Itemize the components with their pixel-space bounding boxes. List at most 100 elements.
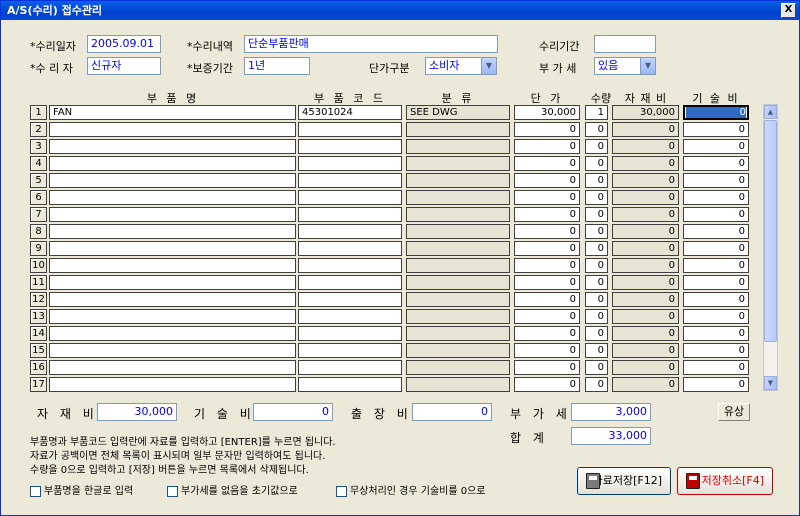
category-cell[interactable]: [406, 360, 510, 375]
qty-cell[interactable]: 0: [585, 326, 608, 341]
qty-cell[interactable]: 1: [585, 105, 608, 120]
part-name-cell[interactable]: [49, 122, 296, 137]
qty-cell[interactable]: 0: [585, 292, 608, 307]
category-cell[interactable]: [406, 156, 510, 171]
tech-cost-cell[interactable]: 0: [683, 292, 749, 307]
tech-cost-cell[interactable]: 0: [683, 258, 749, 273]
part-name-cell[interactable]: [49, 292, 296, 307]
part-code-cell[interactable]: [298, 309, 402, 324]
part-name-cell[interactable]: [49, 190, 296, 205]
tech-cost-cell[interactable]: 0: [683, 343, 749, 358]
vat-default-checkbox[interactable]: 부가세를 없음을 초기값으로: [167, 482, 298, 497]
paid-toggle-button[interactable]: 유상: [718, 403, 750, 421]
category-cell[interactable]: [406, 207, 510, 222]
tech-cost-cell[interactable]: 0: [683, 190, 749, 205]
qty-cell[interactable]: 0: [585, 224, 608, 239]
unit-price-cell[interactable]: 0: [514, 326, 580, 341]
tech-cost-cell[interactable]: 0: [683, 360, 749, 375]
qty-cell[interactable]: 0: [585, 258, 608, 273]
part-code-cell[interactable]: [298, 122, 402, 137]
warranty-field[interactable]: 1년: [244, 57, 310, 75]
category-cell[interactable]: [406, 309, 510, 324]
unit-price-cell[interactable]: 0: [514, 241, 580, 256]
unit-price-cell[interactable]: 0: [514, 292, 580, 307]
part-name-cell[interactable]: [49, 309, 296, 324]
part-code-cell[interactable]: [298, 173, 402, 188]
part-code-cell[interactable]: [298, 377, 402, 392]
part-code-cell[interactable]: [298, 156, 402, 171]
part-name-cell[interactable]: [49, 241, 296, 256]
checkbox-box[interactable]: [336, 485, 347, 497]
category-cell[interactable]: [406, 190, 510, 205]
category-cell[interactable]: [406, 275, 510, 290]
category-cell[interactable]: [406, 326, 510, 341]
qty-cell[interactable]: 0: [585, 275, 608, 290]
part-name-cell[interactable]: [49, 258, 296, 273]
tech-cost-cell[interactable]: 0: [683, 309, 749, 324]
tech-cost-cell[interactable]: 0: [683, 156, 749, 171]
unit-price-cell[interactable]: 0: [514, 377, 580, 392]
unit-price-cell[interactable]: 0: [514, 207, 580, 222]
unit-price-cell[interactable]: 0: [514, 190, 580, 205]
qty-cell[interactable]: 0: [585, 139, 608, 154]
part-code-cell[interactable]: [298, 258, 402, 273]
unit-price-cell[interactable]: 0: [514, 139, 580, 154]
category-cell[interactable]: [406, 122, 510, 137]
checkbox-box[interactable]: [30, 485, 41, 497]
tech-cost-cell[interactable]: 0: [683, 326, 749, 341]
part-code-cell[interactable]: [298, 241, 402, 256]
part-code-cell[interactable]: [298, 139, 402, 154]
category-cell[interactable]: [406, 258, 510, 273]
tech-cost-cell[interactable]: 0: [683, 122, 749, 137]
unit-price-cell[interactable]: 0: [514, 309, 580, 324]
part-name-cell[interactable]: [49, 360, 296, 375]
part-name-cell[interactable]: [49, 343, 296, 358]
unit-price-cell[interactable]: 0: [514, 156, 580, 171]
category-cell[interactable]: [406, 224, 510, 239]
part-name-cell[interactable]: [49, 156, 296, 171]
part-code-cell[interactable]: [298, 207, 402, 222]
part-name-cell[interactable]: [49, 173, 296, 188]
part-name-cell[interactable]: [49, 224, 296, 239]
qty-cell[interactable]: 0: [585, 360, 608, 375]
unit-price-cell[interactable]: 30,000: [514, 105, 580, 120]
travel-cost-field[interactable]: 0: [412, 403, 492, 421]
part-code-cell[interactable]: [298, 275, 402, 290]
tech-cost-cell[interactable]: 0: [683, 173, 749, 188]
part-name-cell[interactable]: [49, 326, 296, 341]
tech-cost-cell[interactable]: 0: [683, 224, 749, 239]
unit-price-cell[interactable]: 0: [514, 173, 580, 188]
part-name-cell[interactable]: [49, 207, 296, 222]
qty-cell[interactable]: 0: [585, 241, 608, 256]
close-button[interactable]: X: [781, 3, 796, 18]
price-type-select[interactable]: 소비자 ▼: [425, 57, 497, 75]
repair-period-field[interactable]: [594, 35, 656, 53]
category-cell[interactable]: [406, 173, 510, 188]
category-cell[interactable]: [406, 139, 510, 154]
qty-cell[interactable]: 0: [585, 122, 608, 137]
repair-desc-field[interactable]: 단순부품판매: [244, 35, 498, 53]
grid-scrollbar[interactable]: ▲ ▼: [763, 104, 778, 391]
save-button[interactable]: 자료저장[F12]: [577, 467, 671, 495]
qty-cell[interactable]: 0: [585, 309, 608, 324]
part-code-cell[interactable]: 45301024: [298, 105, 402, 120]
tech-cost-cell[interactable]: 0: [683, 377, 749, 392]
part-code-cell[interactable]: [298, 326, 402, 341]
tech-cost-cell[interactable]: 0: [683, 241, 749, 256]
part-code-cell[interactable]: [298, 292, 402, 307]
unit-price-cell[interactable]: 0: [514, 224, 580, 239]
category-cell[interactable]: [406, 343, 510, 358]
unit-price-cell[interactable]: 0: [514, 360, 580, 375]
tech-cost-cell[interactable]: 0: [683, 105, 749, 120]
tech-total-field[interactable]: 0: [253, 403, 333, 421]
part-code-cell[interactable]: [298, 360, 402, 375]
tech-cost-cell[interactable]: 0: [683, 139, 749, 154]
qty-cell[interactable]: 0: [585, 377, 608, 392]
unit-price-cell[interactable]: 0: [514, 275, 580, 290]
part-name-cell[interactable]: FAN: [49, 105, 296, 120]
part-code-cell[interactable]: [298, 224, 402, 239]
tech-cost-cell[interactable]: 0: [683, 207, 749, 222]
qty-cell[interactable]: 0: [585, 343, 608, 358]
part-code-cell[interactable]: [298, 190, 402, 205]
category-cell[interactable]: [406, 377, 510, 392]
